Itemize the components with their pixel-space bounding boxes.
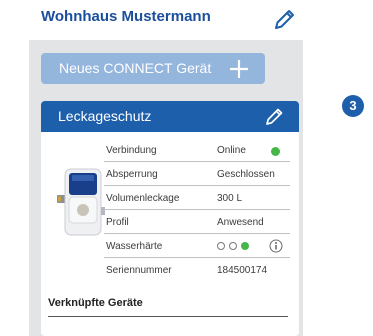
property-water-hardness: Wasserhärte <box>104 235 290 258</box>
plus-icon <box>229 59 249 79</box>
property-value: 184500174 <box>217 265 268 276</box>
step-number-badge: 3 <box>342 95 364 117</box>
property-value: Geschlossen <box>217 169 275 180</box>
new-connect-device-label: Neues CONNECT Gerät <box>59 60 212 76</box>
hardness-dot <box>241 242 249 250</box>
device-image <box>57 167 107 239</box>
card-header: Leckageschutz <box>41 101 299 132</box>
property-value: 300 L <box>217 193 243 204</box>
card-title: Leckageschutz <box>58 108 152 124</box>
property-connection: Verbindung Online <box>104 139 290 162</box>
property-label: Absperrung <box>106 169 158 180</box>
divider <box>48 316 288 317</box>
new-connect-device-button[interactable]: Neues CONNECT Gerät <box>41 53 265 84</box>
property-volume-leak: Volumenleckage 300 L <box>104 187 290 210</box>
property-value: Anwesend <box>217 217 264 228</box>
status-online-indicator <box>271 147 280 156</box>
property-value: Online <box>217 145 246 156</box>
device-card: Leckageschutz Verbindung Online Absperru… <box>41 101 299 336</box>
property-label: Wasserhärte <box>106 241 163 252</box>
property-label: Seriennummer <box>106 265 172 276</box>
property-label: Volumenleckage <box>106 193 180 204</box>
property-serial-number: Seriennummer 184500174 <box>104 259 290 281</box>
device-properties: Verbindung Online Absperrung Geschlossen… <box>104 139 290 282</box>
hardness-dot <box>229 242 237 250</box>
pencil-icon[interactable] <box>273 7 297 31</box>
hardness-dot <box>217 242 225 250</box>
property-label: Verbindung <box>106 145 157 156</box>
page-title: Wohnhaus Mustermann <box>41 8 211 25</box>
property-label: Profil <box>106 217 129 228</box>
property-shutoff: Absperrung Geschlossen <box>104 163 290 186</box>
info-icon[interactable] <box>269 239 283 253</box>
property-profile: Profil Anwesend <box>104 211 290 234</box>
pencil-icon[interactable] <box>265 106 285 126</box>
linked-devices-heading[interactable]: Verknüpfte Geräte <box>48 297 143 309</box>
